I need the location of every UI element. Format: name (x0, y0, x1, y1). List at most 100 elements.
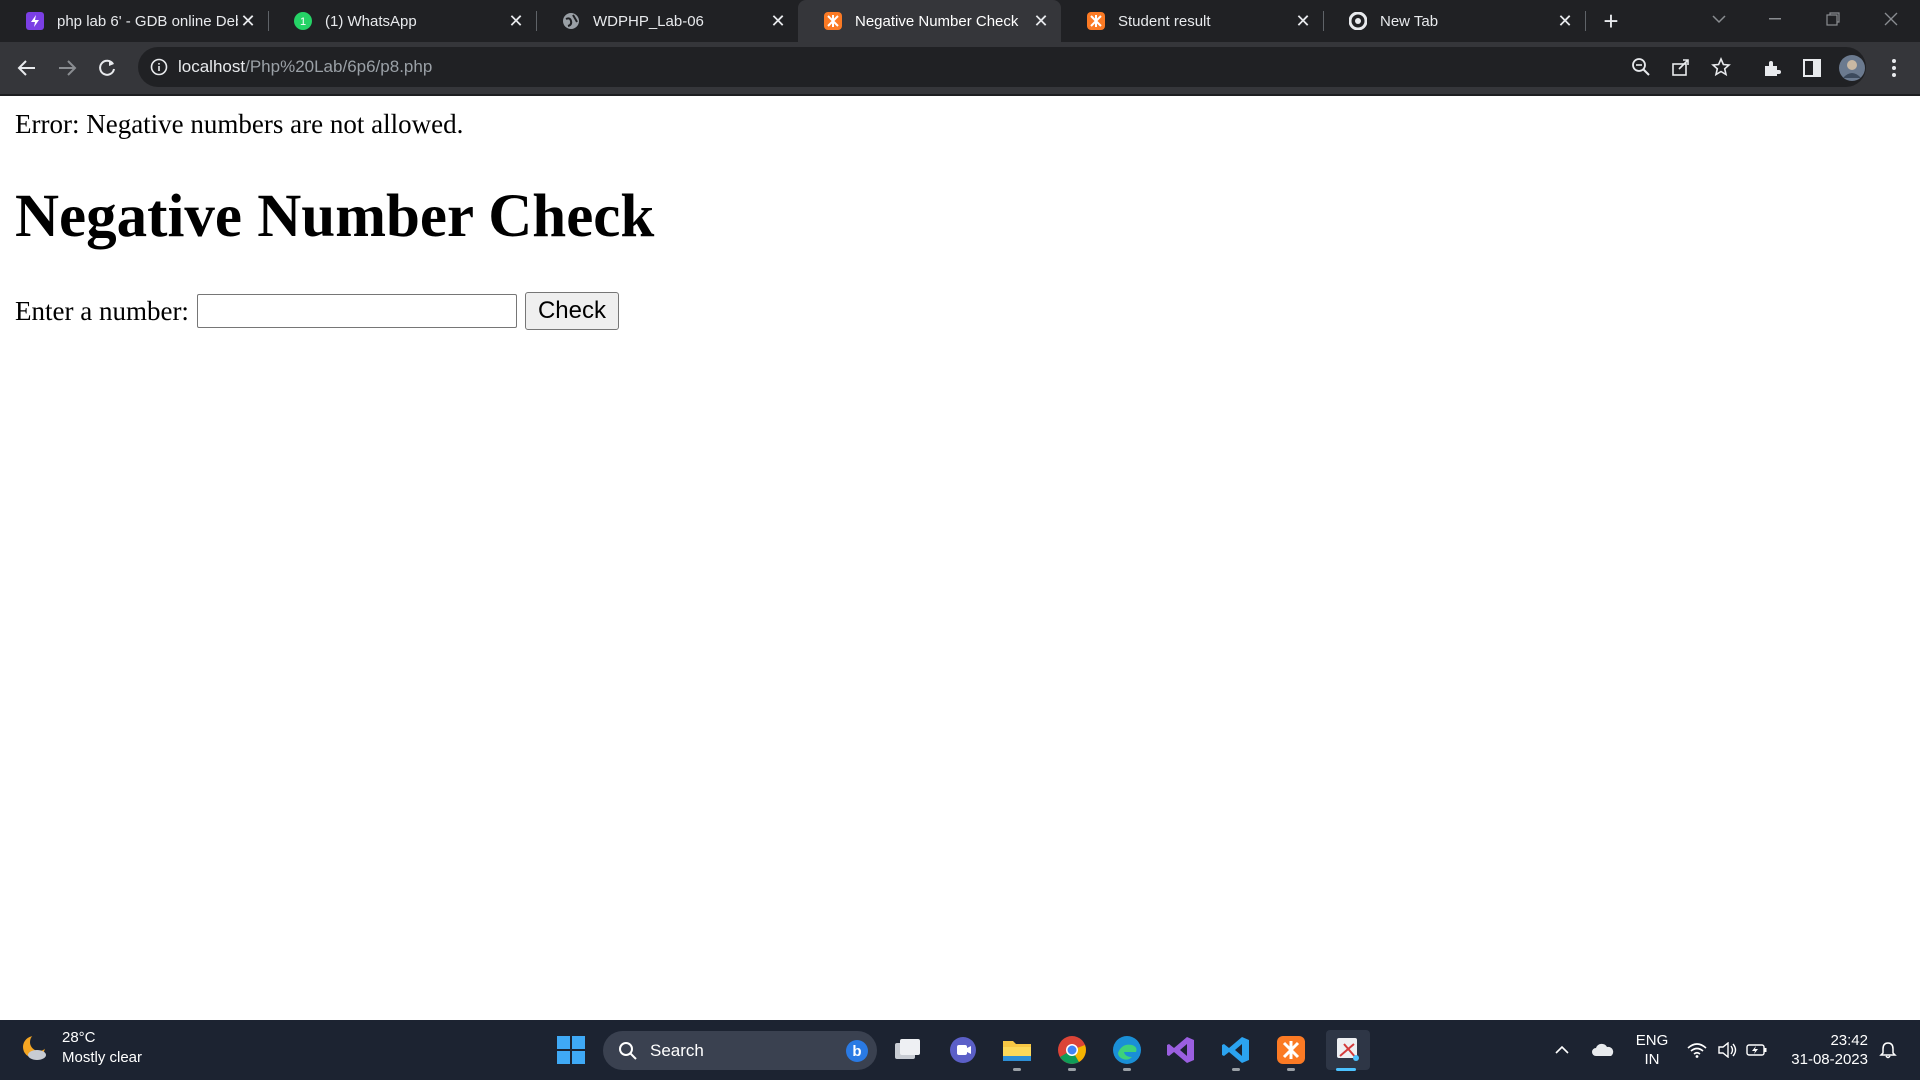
page-content: Error: Negative numbers are not allowed.… (0, 96, 1920, 1020)
onedrive-cloud-icon[interactable] (1588, 1020, 1618, 1080)
vscode-icon (1222, 1037, 1249, 1063)
close-icon[interactable]: ✕ (1031, 11, 1051, 31)
url-path: /Php%20Lab/6p6/p8.php (245, 57, 433, 76)
start-button[interactable] (551, 1030, 591, 1070)
bing-icon: b (846, 1040, 868, 1062)
chrome-icon (1058, 1036, 1086, 1064)
page-title: Negative Number Check (15, 183, 655, 250)
search-icon (619, 1041, 637, 1060)
profile-avatar[interactable] (1838, 54, 1866, 82)
minimize-button[interactable] (1752, 0, 1798, 38)
running-indicator (1287, 1068, 1295, 1071)
svg-text:1: 1 (300, 16, 306, 28)
running-indicator (1068, 1068, 1076, 1071)
globe-icon (562, 12, 580, 30)
xampp-icon (1277, 1036, 1305, 1064)
taskbar-chrome[interactable] (1052, 1030, 1092, 1071)
tab-title: WDPHP_Lab-06 (593, 12, 704, 30)
tab-title: php lab 6' - GDB online Debugger (57, 12, 238, 30)
tab-title: New Tab (1380, 12, 1439, 30)
number-form: Enter a number: Check (15, 292, 619, 330)
back-button[interactable] (13, 54, 41, 82)
windows-logo-icon (557, 1036, 585, 1064)
wifi-icon[interactable] (1684, 1020, 1710, 1080)
browser-toolbar: localhost/Php%20Lab/6p6/p8.php (0, 42, 1920, 96)
taskbar-vscode[interactable] (1216, 1030, 1256, 1071)
xampp-icon (1087, 12, 1105, 30)
side-panel-icon[interactable] (1798, 54, 1826, 82)
tab-wdphp-lab[interactable]: WDPHP_Lab-06 ✕ (536, 0, 798, 42)
reload-button[interactable] (93, 54, 121, 82)
tab-student-result[interactable]: Student result ✕ (1061, 0, 1323, 42)
teams-chat-icon (950, 1037, 976, 1063)
search-placeholder: Search (650, 1040, 704, 1060)
tab-title: Student result (1118, 12, 1211, 30)
tab-whatsapp[interactable]: 1 (1) WhatsApp ✕ (268, 0, 536, 42)
forward-button[interactable] (53, 54, 81, 82)
close-icon[interactable]: ✕ (506, 11, 526, 31)
running-indicator (1123, 1068, 1131, 1071)
active-indicator (1336, 1068, 1356, 1071)
clock-time: 23:42 (1830, 1032, 1868, 1049)
language-code: ENG (1635, 1032, 1669, 1049)
system-clock[interactable]: 23:42 31-08-2023 (1776, 1031, 1868, 1069)
taskbar-xampp[interactable] (1271, 1030, 1311, 1071)
taskbar-teams[interactable] (943, 1030, 983, 1070)
gdb-icon (26, 12, 44, 30)
taskbar-search[interactable]: Search b (603, 1031, 877, 1070)
bookmark-star-icon[interactable] (1710, 56, 1732, 78)
battery-icon[interactable] (1744, 1020, 1770, 1080)
check-button[interactable]: Check (524, 292, 619, 330)
error-message: Error: Negative numbers are not allowed. (15, 109, 464, 139)
menu-kebab-icon[interactable] (1880, 54, 1908, 82)
url-text: localhost/Php%20Lab/6p6/p8.php (178, 57, 432, 77)
url-host: localhost (178, 57, 246, 76)
browser-tab-strip: php lab 6' - GDB online Debugger ✕ 1 (1)… (0, 0, 1920, 42)
weather-temp: 28°C (62, 1029, 96, 1046)
tab-separator (1585, 11, 1586, 31)
windows-taskbar: 28°C Mostly clear Search b ENG IN 23:42 … (0, 1020, 1920, 1080)
whatsapp-icon: 1 (294, 12, 312, 30)
weather-widget[interactable]: 28°C Mostly clear (20, 1028, 142, 1068)
taskbar-snipping-tool[interactable] (1326, 1030, 1370, 1071)
number-input[interactable] (196, 294, 517, 328)
forward-arrow-icon (59, 60, 77, 76)
taskbar-file-explorer[interactable] (997, 1030, 1037, 1071)
number-label: Enter a number: (15, 295, 189, 326)
volume-icon[interactable] (1714, 1020, 1740, 1080)
new-tab-button[interactable]: + (1598, 8, 1624, 34)
show-hidden-icons-chevron-icon[interactable] (1550, 1020, 1574, 1080)
edge-icon (1113, 1036, 1141, 1064)
tab-new-tab[interactable]: New Tab ✕ (1323, 0, 1585, 42)
task-view-button[interactable] (888, 1030, 928, 1070)
zoom-icon[interactable] (1630, 56, 1652, 78)
moon-cloud-icon (23, 1033, 48, 1060)
site-info-icon[interactable] (150, 58, 168, 81)
svg-text:b: b (852, 1043, 861, 1060)
taskbar-edge[interactable] (1107, 1030, 1147, 1071)
visual-studio-icon (1167, 1037, 1194, 1063)
close-icon[interactable]: ✕ (1555, 11, 1575, 31)
language-indicator[interactable]: ENG IN (1632, 1031, 1672, 1069)
tab-gdb[interactable]: php lab 6' - GDB online Debugger ✕ (0, 0, 268, 42)
running-indicator (1232, 1068, 1240, 1071)
snipping-tool-icon (1337, 1038, 1359, 1061)
close-icon[interactable]: ✕ (1293, 11, 1313, 31)
taskbar-visual-studio[interactable] (1161, 1030, 1201, 1070)
address-bar[interactable]: localhost/Php%20Lab/6p6/p8.php (138, 47, 1866, 87)
share-icon[interactable] (1670, 56, 1692, 78)
close-icon[interactable]: ✕ (238, 11, 258, 31)
tab-title: (1) WhatsApp (325, 12, 417, 30)
close-icon[interactable]: ✕ (768, 11, 788, 31)
restore-button[interactable] (1810, 0, 1856, 38)
chrome-icon (1349, 12, 1367, 30)
notification-bell-icon[interactable] (1876, 1020, 1900, 1080)
tab-search-chevron-icon[interactable] (1696, 0, 1742, 38)
close-window-button[interactable] (1868, 0, 1914, 38)
clock-date: 31-08-2023 (1791, 1051, 1868, 1068)
tab-negative-number-check[interactable]: Negative Number Check ✕ (798, 0, 1061, 42)
tab-title: Negative Number Check (855, 12, 1019, 30)
xampp-icon (824, 12, 842, 30)
back-arrow-icon (17, 60, 35, 76)
extensions-icon[interactable] (1758, 54, 1786, 82)
